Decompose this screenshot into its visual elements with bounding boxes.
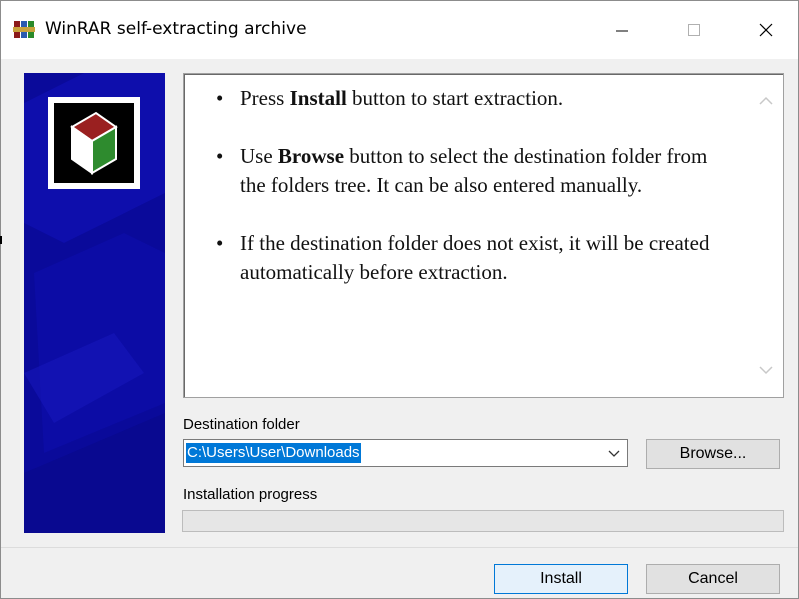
installer-window: WinRAR self-extracting archive • Press I… <box>0 0 799 599</box>
winrar-books-icon <box>13 21 35 38</box>
footer-separator <box>1 547 798 548</box>
installation-progress-label: Installation progress <box>183 486 318 503</box>
maximize-button[interactable] <box>659 1 729 59</box>
instruction-item: • Use Browse button to select the destina… <box>216 144 708 197</box>
installation-progress-bar <box>182 510 784 532</box>
archive-box-icon <box>70 111 118 175</box>
scroll-up-arrow-icon[interactable] <box>757 92 775 110</box>
destination-folder-label: Destination folder <box>183 416 300 433</box>
bullet-marker: • <box>216 231 224 255</box>
destination-folder-input[interactable]: C:\Users\User\Downloads <box>186 443 361 463</box>
instructions-list: • Press Install button to start extractio… <box>216 84 736 316</box>
minimize-button[interactable] <box>587 1 657 59</box>
destination-folder-combobox[interactable]: C:\Users\User\Downloads <box>183 439 628 467</box>
install-button[interactable]: Install <box>494 564 628 594</box>
sidebar-banner <box>24 73 165 533</box>
edge-mark <box>0 236 2 244</box>
minimize-icon <box>616 30 628 32</box>
window-title: WinRAR self-extracting archive <box>45 19 307 39</box>
archive-logo <box>48 97 140 189</box>
scroll-down-arrow-icon[interactable] <box>757 361 775 379</box>
cancel-button[interactable]: Cancel <box>646 564 780 594</box>
title-bar[interactable]: WinRAR self-extracting archive <box>1 1 798 59</box>
maximize-icon <box>688 24 700 36</box>
bullet-marker: • <box>216 144 224 168</box>
dialog-body: • Press Install button to start extractio… <box>1 59 798 545</box>
chevron-down-icon[interactable] <box>607 447 621 459</box>
instructions-pane[interactable]: • Press Install button to start extractio… <box>183 73 784 398</box>
bullet-marker: • <box>216 86 224 110</box>
close-icon <box>759 23 773 37</box>
close-button[interactable] <box>731 1 799 59</box>
instruction-item: • Press Install button to start extractio… <box>216 84 736 113</box>
browse-button[interactable]: Browse... <box>646 439 780 469</box>
instruction-item: • If the destination folder does not exis… <box>216 231 710 284</box>
